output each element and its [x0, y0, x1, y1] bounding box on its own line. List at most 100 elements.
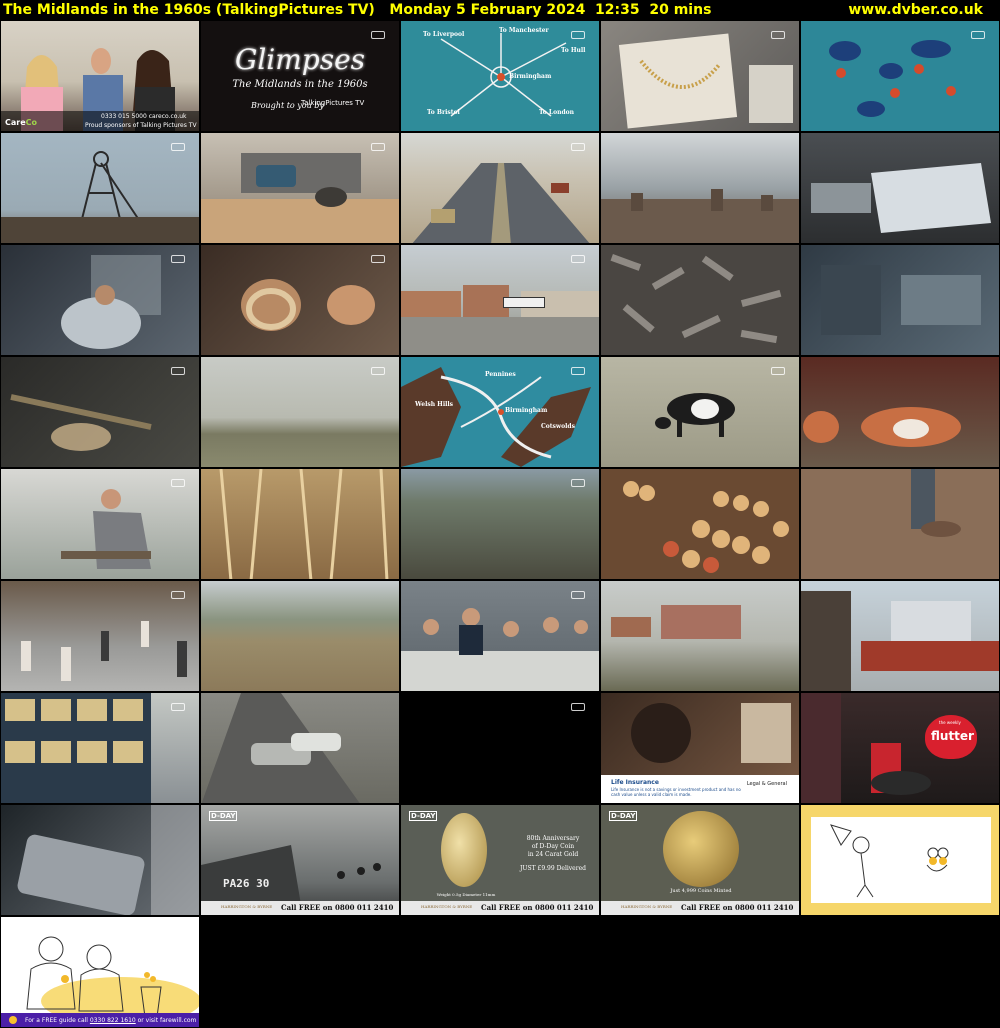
thumbnail-glass-blowing[interactable] [0, 356, 200, 468]
thumbnail-river-map[interactable]: Pennines Birmingham Welsh Hills Cotswold… [400, 356, 600, 468]
thumbnail-grazing-cow[interactable] [600, 356, 800, 468]
thumbnail-dday-coin-silver[interactable]: D-DAY 80th Anniversary of D-Day Coin in … [400, 804, 600, 916]
thumbnail-timber-yard[interactable] [200, 132, 400, 244]
thumbnail-factory-buildings[interactable] [400, 244, 600, 356]
advert-footer: HARRINGTON & BYRNE Call FREE on 0800 011… [201, 901, 399, 915]
bolts-graphic [610, 254, 782, 344]
thumbnail-dday-coin-gold[interactable]: D-DAY Just 4,999 Coins Minted HARRINGTON… [600, 804, 800, 916]
glimpses-title: Glimpses [234, 43, 366, 76]
thumbnail-cars-road[interactable] [200, 692, 400, 804]
thumbnail-grid: 0333 015 5000 careco.co.uk Proud sponsor… [0, 20, 1000, 1028]
map-label: Birmingham [509, 73, 552, 80]
farewill-cta: For a FREE guide call 0330 822 1610 or v… [25, 1017, 196, 1024]
estate-graphic [611, 605, 741, 639]
thumbnail-heavy-machinery[interactable] [800, 244, 1000, 356]
cta-text: For a FREE guide call [25, 1017, 88, 1024]
dday-badge: D-DAY [209, 811, 238, 821]
thumbnail-farewill-kite[interactable] [800, 804, 1000, 916]
thumbnail-rooftops[interactable] [600, 132, 800, 244]
thumbnail-motorway[interactable] [400, 132, 600, 244]
thumbnail-farewill-couple[interactable]: For a FREE guide call 0330 822 1610 or v… [0, 916, 200, 1028]
cta-number[interactable]: 0330 822 1610 [90, 1017, 136, 1024]
brand-part-b: Co [25, 118, 38, 127]
call-number: Call FREE on 0800 011 2410 [681, 903, 794, 912]
thumbnail-workshop[interactable] [0, 244, 200, 356]
insurance-heading: Life Insurance [611, 779, 659, 786]
channel-logo-icon [371, 367, 385, 375]
thumbnail-housing-estate[interactable] [600, 580, 800, 692]
channel-logo-icon [771, 31, 785, 39]
thumbnail-glimpses-title[interactable]: Glimpses The Midlands in the 1960s Broug… [200, 20, 400, 132]
channel-logo-icon [571, 143, 585, 151]
channel-logo-icon [171, 255, 185, 263]
channel-logo-icon [571, 591, 585, 599]
thumbnail-wheat[interactable] [200, 468, 400, 580]
advert-footer: HARRINGTON & BYRNE Call FREE on 0800 011… [401, 901, 599, 915]
thumbnail-road-map[interactable]: To Liverpool To Manchester To Hull Birmi… [400, 20, 600, 132]
header-bar: The Midlands in the 1960s (TalkingPictur… [0, 0, 1000, 20]
map-label: Cotswolds [541, 423, 575, 430]
advert-footer: HARRINGTON & BYRNE Call FREE on 0800 011… [601, 901, 799, 915]
soil-graphic [911, 469, 961, 537]
thumbnail-suitcase[interactable] [0, 804, 200, 916]
thumbnail-industry-map[interactable] [800, 20, 1000, 132]
rooftops-graphic [601, 189, 799, 243]
couple-cartoon-graphic [26, 936, 199, 1025]
call-number: Call FREE on 0800 011 2410 [481, 903, 594, 912]
map-label: Welsh Hills [415, 401, 454, 408]
map-label: To Liverpool [423, 31, 465, 38]
thumbnail-town-centre[interactable] [800, 580, 1000, 692]
thumbnail-cattle[interactable] [800, 356, 1000, 468]
site-link[interactable]: www.dvber.co.uk [848, 0, 983, 20]
thumbnail-open-field[interactable] [200, 580, 400, 692]
farewill-footer: For a FREE guide call 0330 822 1610 or v… [1, 1013, 199, 1027]
farewill-logo-icon [9, 1016, 17, 1024]
call-number: Call FREE on 0800 011 2410 [281, 903, 394, 912]
insurance-panel: Life Insurance Life Insurance is not a s… [601, 775, 799, 803]
map-label: To Manchester [499, 27, 549, 34]
thumbnail-balcony-crowd[interactable] [400, 580, 600, 692]
thumbnail-life-insurance[interactable]: Life Insurance Life Insurance is not a s… [600, 692, 800, 804]
channel-logo-icon [171, 143, 185, 151]
thumbnail-flutter-advert[interactable]: the weekly flutter [800, 692, 1000, 804]
suitcase-graphic [17, 805, 199, 915]
thumbnail-car-factory[interactable] [800, 132, 1000, 244]
road-sign [503, 297, 545, 308]
thumbnail-street-shoppers[interactable] [0, 580, 200, 692]
thumbnail-bolts[interactable] [600, 244, 800, 356]
channel-logo-icon [371, 255, 385, 263]
insurer-logo: Legal & General [746, 781, 787, 787]
map-label: To London [539, 109, 575, 116]
apples-graphic [623, 481, 789, 573]
thumbnail-dday-landing[interactable]: D-DAY PA26 30 HARRINGTON & BYRNE Call FR… [200, 804, 400, 916]
thumbnail-colliery[interactable] [0, 132, 200, 244]
company-name: HARRINGTON & BYRNE [221, 904, 273, 909]
thumbnail-ring-closeup[interactable] [200, 244, 400, 356]
coin-icon [441, 813, 487, 887]
coin-line: 80th Anniversary [526, 835, 580, 842]
thumbnail-field-workers[interactable] [400, 468, 600, 580]
coin-price: JUST £9.99 Delivered [520, 865, 586, 872]
advert-phone: 0333 015 5000 careco.co.uk [101, 113, 187, 120]
advert-sponsor: Proud sponsors of Talking Pictures TV [85, 122, 197, 129]
thumbnail-careco-advert[interactable]: 0333 015 5000 careco.co.uk Proud sponsor… [0, 20, 200, 132]
company-name: HARRINGTON & BYRNE [621, 904, 673, 909]
thumbnail-jewellery[interactable] [600, 20, 800, 132]
thumbnail-black[interactable] [400, 692, 600, 804]
channel-logo-icon [571, 255, 585, 263]
cta-url[interactable]: or visit farewill.com [138, 1017, 197, 1024]
cattle-graphic [803, 407, 961, 447]
thumbnail-man-bench[interactable] [0, 468, 200, 580]
landing-craft-graphic [201, 845, 381, 905]
thumbnail-apples[interactable] [600, 468, 800, 580]
thumbnail-countryside[interactable] [200, 356, 400, 468]
thumbnail-office-windows[interactable] [0, 692, 200, 804]
boat-code: PA26 30 [223, 877, 270, 890]
coin-description: 80th Anniversary of D-Day Coin in 24 Car… [505, 835, 599, 873]
glimpses-subtitle: The Midlands in the 1960s [232, 79, 368, 90]
thumbnail-soil[interactable] [800, 468, 1000, 580]
brand-part-a: Care [5, 118, 26, 127]
dday-badge: D-DAY [409, 811, 438, 821]
coin-minted: Just 4,999 Coins Minted [670, 888, 732, 894]
channel-logo-icon [571, 479, 585, 487]
